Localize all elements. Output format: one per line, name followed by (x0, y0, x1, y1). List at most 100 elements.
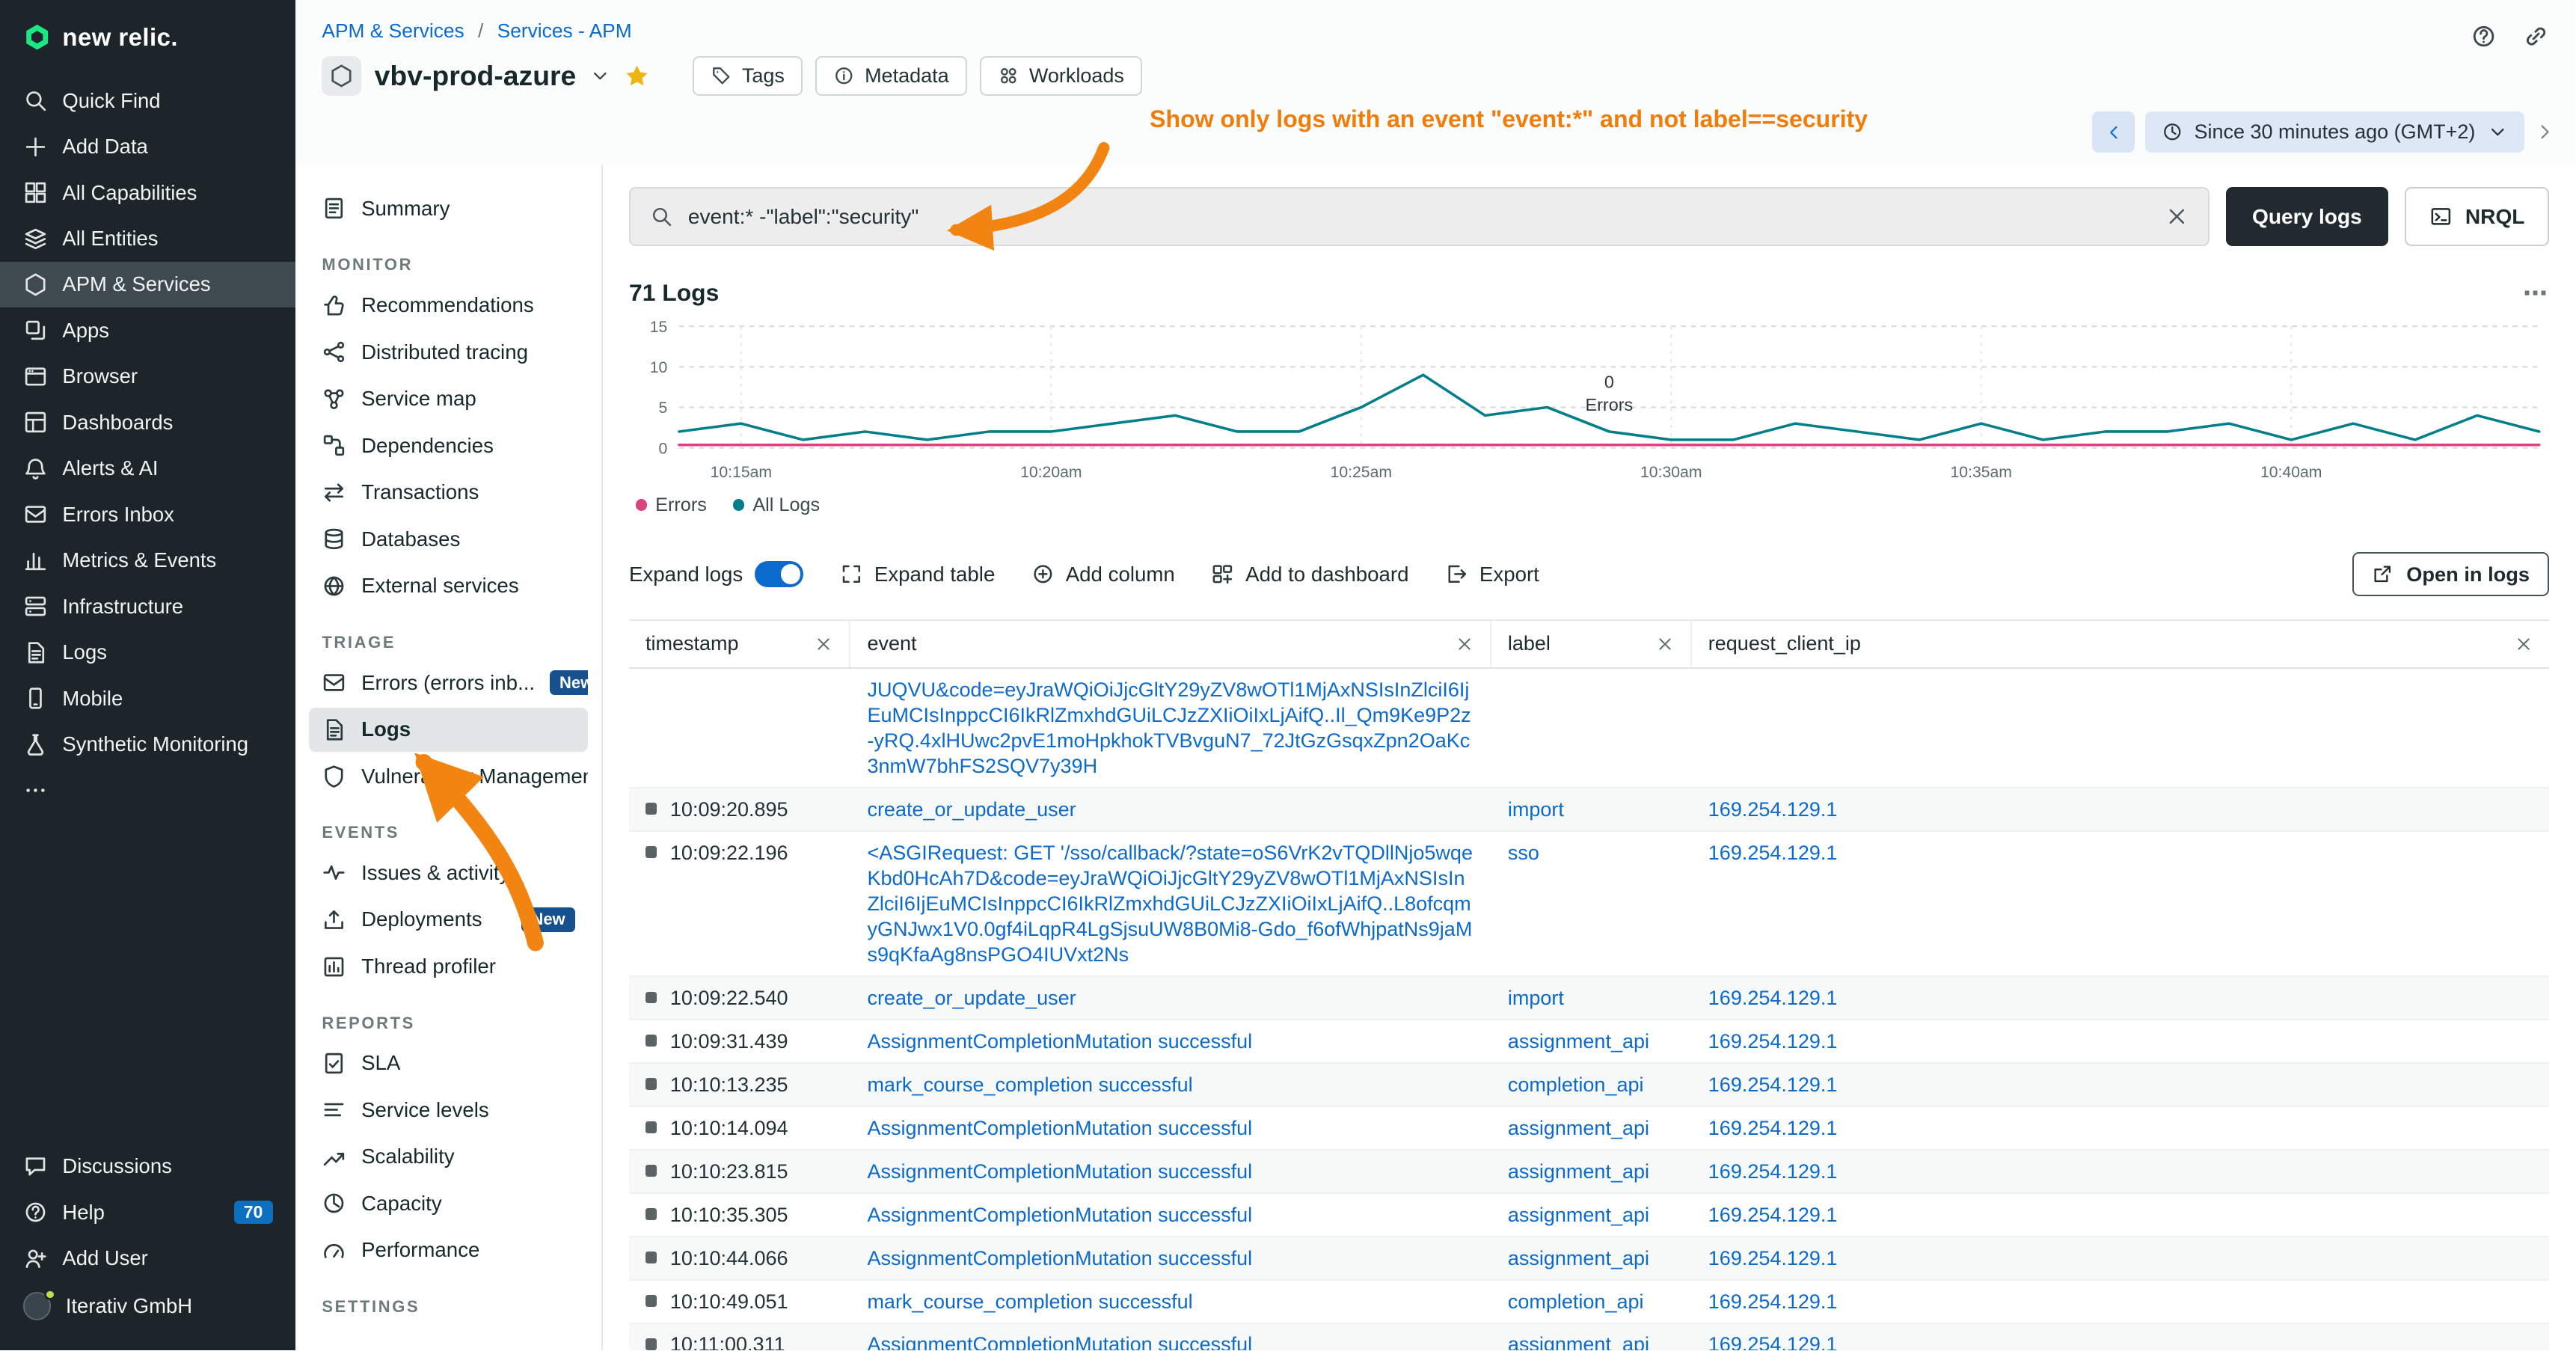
sidebar-item-all-capabilities[interactable]: All Capabilities (0, 170, 295, 215)
sidebar-item-infrastructure[interactable]: Infrastructure (0, 583, 295, 629)
log-row[interactable]: 10:10:14.094AssignmentCompletionMutation… (629, 1107, 2549, 1151)
log-label-link[interactable]: completion_api (1508, 1290, 1644, 1313)
legend-all-logs[interactable]: All Logs (733, 494, 820, 516)
sidebar-item-add-user[interactable]: Add User (0, 1235, 295, 1281)
log-row[interactable]: 10:10:35.305AssignmentCompletionMutation… (629, 1194, 2549, 1237)
log-row[interactable]: 10:09:22.540create_or_update_userimport1… (629, 977, 2549, 1020)
sidebar-more-button[interactable] (0, 768, 295, 813)
log-ip-link[interactable]: 169.254.129.1 (1708, 798, 1838, 821)
entity-switcher-chevron-icon[interactable] (589, 65, 611, 87)
row-marker[interactable] (645, 1035, 657, 1046)
subnav-item-sla[interactable]: SLA (309, 1041, 589, 1085)
sidebar-item-browser[interactable]: Browser (0, 354, 295, 399)
copy-link-icon[interactable] (2523, 23, 2549, 49)
log-ip-link[interactable]: 169.254.129.1 (1708, 842, 1838, 864)
subnav-item-vulnerability-management[interactable]: Vulnerability Management (309, 754, 589, 798)
sidebar-item-apm-services[interactable]: APM & Services (0, 262, 295, 307)
log-row[interactable]: 10:10:44.066AssignmentCompletionMutation… (629, 1237, 2549, 1281)
clear-query-icon[interactable] (2165, 205, 2189, 228)
log-row[interactable]: 10:10:23.815AssignmentCompletionMutation… (629, 1151, 2549, 1194)
subnav-item-service-levels[interactable]: Service levels (309, 1088, 589, 1132)
log-ip-link[interactable]: 169.254.129.1 (1708, 1204, 1838, 1226)
log-event-link[interactable]: mark_course_completion successful (867, 1290, 1192, 1313)
log-ip-link[interactable]: 169.254.129.1 (1708, 1160, 1838, 1183)
log-ip-link[interactable]: 169.254.129.1 (1708, 1030, 1838, 1053)
sidebar-item-add-data[interactable]: Add Data (0, 123, 295, 169)
subnav-item-service-map[interactable]: Service map (309, 377, 589, 421)
log-event-link[interactable]: AssignmentCompletionMutation successful (867, 1030, 1252, 1053)
log-row[interactable]: 10:09:22.196<ASGIRequest: GET '/sso/call… (629, 832, 2549, 977)
tags-button[interactable]: Tags (693, 56, 803, 96)
row-marker[interactable] (645, 1165, 657, 1176)
time-back-button[interactable] (2092, 111, 2135, 153)
log-label-link[interactable]: import (1508, 987, 1564, 1009)
row-marker[interactable] (645, 803, 657, 814)
legend-errors[interactable]: Errors (636, 494, 707, 516)
log-event-link[interactable]: AssignmentCompletionMutation successful (867, 1117, 1252, 1139)
add-to-dashboard-button[interactable]: Add to dashboard (1211, 563, 1408, 586)
row-marker[interactable] (645, 1252, 657, 1263)
export-button[interactable]: Export (1445, 563, 1539, 586)
time-range-button[interactable]: Since 30 minutes ago (GMT+2) (2145, 111, 2525, 153)
subnav-item-performance[interactable]: Performance (309, 1228, 589, 1272)
log-event-link[interactable]: <ASGIRequest: GET '/sso/callback/?state=… (867, 842, 1473, 966)
log-event-link[interactable]: AssignmentCompletionMutation successful (867, 1247, 1252, 1269)
metadata-button[interactable]: Metadata (815, 56, 966, 96)
row-marker[interactable] (645, 1338, 657, 1350)
sidebar-item-apps[interactable]: Apps (0, 307, 295, 353)
new-relic-logo[interactable]: new relic. (0, 0, 295, 78)
log-label-link[interactable]: assignment_api (1508, 1204, 1649, 1226)
subnav-item-databases[interactable]: Databases (309, 517, 589, 561)
add-column-button[interactable]: Add column (1031, 563, 1175, 586)
sidebar-item-iterativ-gmbh[interactable]: Iterativ GmbH (0, 1281, 295, 1331)
subnav-item-deployments[interactable]: DeploymentsNew (309, 898, 589, 942)
sidebar-item-errors-inbox[interactable]: Errors Inbox (0, 491, 295, 537)
log-label-link[interactable]: import (1508, 798, 1564, 821)
subnav-item-scalability[interactable]: Scalability (309, 1135, 589, 1179)
log-ip-link[interactable]: 169.254.129.1 (1708, 1117, 1838, 1139)
sidebar-item-dashboards[interactable]: Dashboards (0, 399, 295, 445)
sidebar-item-metrics-events[interactable]: Metrics & Events (0, 538, 295, 583)
time-forward-icon[interactable] (2534, 121, 2556, 143)
expand-table-button[interactable]: Expand table (840, 563, 996, 586)
open-in-logs-button[interactable]: Open in logs (2352, 552, 2549, 596)
remove-column-request-client-ip-button[interactable] (2515, 635, 2533, 653)
row-marker[interactable] (645, 1295, 657, 1306)
remove-column-event-button[interactable] (1456, 635, 1473, 653)
log-event-link[interactable]: AssignmentCompletionMutation successful (867, 1333, 1252, 1350)
help-circle-icon[interactable] (2471, 23, 2497, 49)
remove-column-label-button[interactable] (1656, 635, 1674, 653)
logs-options-button[interactable]: ⋯ (2523, 285, 2549, 301)
subnav-item-issues-activity[interactable]: Issues & activity (309, 851, 589, 895)
row-marker[interactable] (645, 846, 657, 857)
sidebar-item-synthetic-monitoring[interactable]: Synthetic Monitoring (0, 721, 295, 767)
log-ip-link[interactable]: 169.254.129.1 (1708, 1333, 1838, 1350)
sidebar-item-logs[interactable]: Logs (0, 629, 295, 675)
sidebar-item-all-entities[interactable]: All Entities (0, 215, 295, 261)
row-marker[interactable] (645, 1078, 657, 1089)
log-event-link[interactable]: AssignmentCompletionMutation successful (867, 1160, 1252, 1183)
log-label-link[interactable]: assignment_api (1508, 1160, 1649, 1183)
subnav-item-distributed-tracing[interactable]: Distributed tracing (309, 330, 589, 374)
log-ip-link[interactable]: 169.254.129.1 (1708, 1290, 1838, 1313)
subnav-item-capacity[interactable]: Capacity (309, 1181, 589, 1225)
remove-column-timestamp-button[interactable] (815, 635, 832, 653)
sidebar-item-mobile[interactable]: Mobile (0, 676, 295, 721)
log-label-link[interactable]: assignment_api (1508, 1247, 1649, 1269)
subnav-item-recommendations[interactable]: Recommendations (309, 283, 589, 327)
subnav-item-thread-profiler[interactable]: Thread profiler (309, 944, 589, 988)
workloads-button[interactable]: Workloads (980, 56, 1142, 96)
subnav-item-summary[interactable]: Summary (309, 186, 589, 230)
subnav-item-external-services[interactable]: External services (309, 564, 589, 608)
nrql-button[interactable]: NRQL (2405, 187, 2549, 246)
sidebar-item-alerts-ai[interactable]: Alerts & AI (0, 446, 295, 491)
sidebar-item-discussions[interactable]: Discussions (0, 1144, 295, 1189)
log-event-link[interactable]: create_or_update_user (867, 987, 1076, 1009)
subnav-item-transactions[interactable]: Transactions (309, 471, 589, 515)
log-event-link[interactable]: JUQVU&code=eyJraWQiOiJjcGltY29yZV8wOTl1M… (867, 678, 1471, 777)
log-label-link[interactable]: completion_api (1508, 1073, 1644, 1096)
favorite-star-icon[interactable] (624, 63, 650, 89)
log-event-link[interactable]: create_or_update_user (867, 798, 1076, 821)
row-marker[interactable] (645, 1208, 657, 1219)
log-label-link[interactable]: sso (1508, 842, 1539, 864)
